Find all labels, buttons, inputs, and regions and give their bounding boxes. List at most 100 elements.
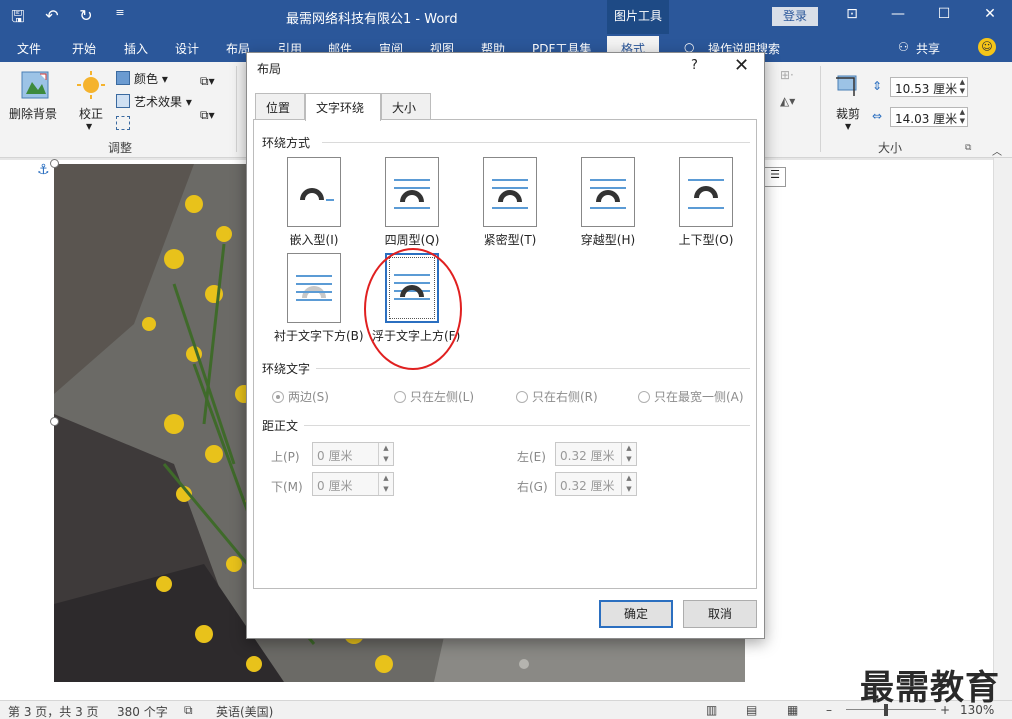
close-window-icon[interactable]: ✕ (980, 6, 1000, 22)
wrap-inline-icon (287, 157, 341, 227)
height-spinner-icon[interactable]: ▲ ▼ (960, 78, 965, 96)
wrap-left-only-label: 只在左侧(L) (410, 390, 475, 404)
resize-handle[interactable] (50, 417, 59, 426)
close-icon[interactable]: ✕ (734, 55, 749, 76)
compress-pictures-icon[interactable] (116, 116, 130, 133)
wrap-square-option[interactable]: 四周型(Q) (372, 157, 452, 248)
reset-picture-icon[interactable]: ⧉▾ (200, 108, 215, 123)
cancel-button[interactable]: 取消 (683, 600, 757, 628)
ok-button[interactable]: 确定 (599, 600, 673, 628)
correct-button[interactable] (76, 70, 106, 103)
vertical-scrollbar[interactable] (993, 158, 1012, 700)
save-icon[interactable]: 🖫 (8, 6, 28, 33)
smiley-feedback-icon[interactable]: ☺ (978, 38, 996, 56)
art-effects-button[interactable]: 艺术效果 ▾ (116, 93, 192, 110)
remove-background-label: 删除背景 (9, 107, 58, 121)
wrap-right-only-radio[interactable]: 只在右侧(R) (516, 388, 598, 405)
zoom-out-icon[interactable]: – (826, 703, 832, 717)
wrap-top-bottom-graphic (688, 179, 724, 209)
wrap-top-bottom-icon (679, 157, 733, 227)
proofing-icon[interactable]: ⧉ (184, 703, 193, 718)
width-input[interactable]: 14.03 厘米 ▲ ▼ (890, 107, 968, 127)
tab-position[interactable]: 位置 (255, 93, 305, 120)
tab-file[interactable]: 文件 (17, 40, 41, 57)
page-count[interactable]: 第 3 页，共 3 页 (8, 703, 99, 719)
height-icon: ⇕ (872, 79, 883, 93)
ribbon-display-options-icon[interactable]: ⊡ (842, 6, 862, 22)
spinner-icon[interactable]: ▲ ▼ (621, 473, 636, 495)
wrap-right-only-label: 只在右侧(R) (532, 390, 598, 404)
height-input[interactable]: 10.53 厘米 ▲ ▼ (890, 77, 968, 97)
wrap-largest-side-radio[interactable]: 只在最宽一侧(A) (638, 388, 744, 405)
wrap-inline-label: 嵌入型(I) (289, 233, 339, 247)
width-spinner-icon[interactable]: ▲ ▼ (960, 108, 965, 126)
tab-insert[interactable]: 插入 (124, 40, 148, 57)
crop-button[interactable] (834, 72, 860, 101)
zoom-slider[interactable] (846, 709, 936, 710)
distance-left-label: 左(E) (517, 450, 546, 464)
distance-bottom-input[interactable]: 0 厘米 ▲ ▼ (312, 472, 394, 496)
distance-right-input[interactable]: 0.32 厘米 ▲ ▼ (555, 472, 637, 496)
tab-text-wrapping[interactable]: 文字环绕 (305, 93, 381, 121)
distance-top-label: 上(P) (271, 450, 300, 464)
watermark: 最需教育 (860, 668, 1000, 708)
wrap-text-heading: 环绕文字 (262, 362, 311, 376)
quick-access-toolbar: 🖫 ↶ ↻ ≡ (8, 6, 130, 33)
spinner-icon[interactable]: ▲ ▼ (378, 473, 393, 495)
crop-dropdown-icon[interactable]: ▼ (845, 122, 851, 131)
wrap-inline-graphic (300, 188, 334, 201)
tab-size[interactable]: 大小 (381, 93, 431, 120)
tab-design[interactable]: 设计 (175, 40, 199, 57)
anchor-icon: ⚓ (37, 162, 50, 178)
language[interactable]: 英语(美国) (216, 703, 273, 719)
share-icon[interactable]: ⚇ (898, 40, 909, 54)
wrap-through-label: 穿越型(H) (580, 233, 636, 247)
undo-icon[interactable]: ↶ (42, 6, 62, 33)
resize-handle[interactable] (50, 159, 59, 168)
wrap-behind-text-option[interactable]: 衬于文字下方(B) (274, 253, 364, 344)
align-icon[interactable]: ⊞· (780, 68, 794, 82)
sun-icon (77, 71, 105, 99)
wrap-both-sides-radio[interactable]: 两边(S) (272, 388, 329, 405)
wrap-top-bottom-option[interactable]: 上下型(O) (666, 157, 746, 248)
share-button[interactable]: 共享 (916, 40, 940, 57)
distance-bottom-value: 0 厘米 (317, 479, 353, 493)
print-layout-icon[interactable]: ▤ (746, 703, 757, 717)
help-button[interactable]: ? (691, 58, 698, 73)
correct-label: 校正 (79, 107, 104, 121)
customize-qat-icon[interactable]: ≡ (110, 6, 130, 33)
read-mode-icon[interactable]: ▥ (706, 703, 717, 717)
document-title: 最需网络科技有限公1 - Word (286, 12, 458, 27)
remove-background-button[interactable] (20, 70, 50, 103)
distance-left-input[interactable]: 0.32 厘米 ▲ ▼ (555, 442, 637, 466)
red-annotation-circle (364, 248, 462, 370)
redo-icon[interactable]: ↻ (76, 6, 96, 33)
collapse-ribbon-icon[interactable]: ︿ (992, 143, 1002, 158)
minimize-icon[interactable]: — (888, 6, 908, 22)
picture-tools-context-tab: 图片工具 (607, 0, 669, 34)
layout-options-icon[interactable]: ☰ (764, 167, 786, 187)
dialog-title: 布局 (257, 62, 282, 76)
distance-right-value: 0.32 厘米 (560, 479, 615, 493)
wrap-behind-text-icon (287, 253, 341, 323)
rotate-icon[interactable]: ◭▾ (780, 94, 795, 108)
word-count[interactable]: 380 个字 (117, 703, 168, 719)
color-button[interactable]: 颜色 ▾ (116, 70, 168, 87)
maximize-icon[interactable]: ☐ (934, 6, 954, 22)
wrap-tight-option[interactable]: 紧密型(T) (470, 157, 550, 248)
change-picture-icon[interactable]: ⧉▾ (200, 74, 215, 89)
login-button[interactable]: 登录 (772, 7, 818, 26)
wrap-top-bottom-label: 上下型(O) (678, 233, 734, 247)
tab-home[interactable]: 开始 (72, 40, 96, 57)
distance-top-input[interactable]: 0 厘米 ▲ ▼ (312, 442, 394, 466)
spinner-icon[interactable]: ▲ ▼ (378, 443, 393, 465)
title-bar: 🖫 ↶ ↻ ≡ 最需网络科技有限公1 - Word 图片工具 登录 ⊡ — ☐ … (0, 0, 1012, 34)
color-label: 颜色 (134, 72, 159, 86)
spinner-icon[interactable]: ▲ ▼ (621, 443, 636, 465)
wrap-inline-option[interactable]: 嵌入型(I) (274, 157, 354, 248)
wrap-left-only-radio[interactable]: 只在左侧(L) (394, 388, 474, 405)
wrap-through-option[interactable]: 穿越型(H) (568, 157, 648, 248)
correct-dropdown-icon[interactable]: ▼ (86, 122, 92, 131)
web-layout-icon[interactable]: ▦ (787, 703, 798, 717)
size-dialog-launcher-icon[interactable]: ⧉ (965, 143, 971, 153)
